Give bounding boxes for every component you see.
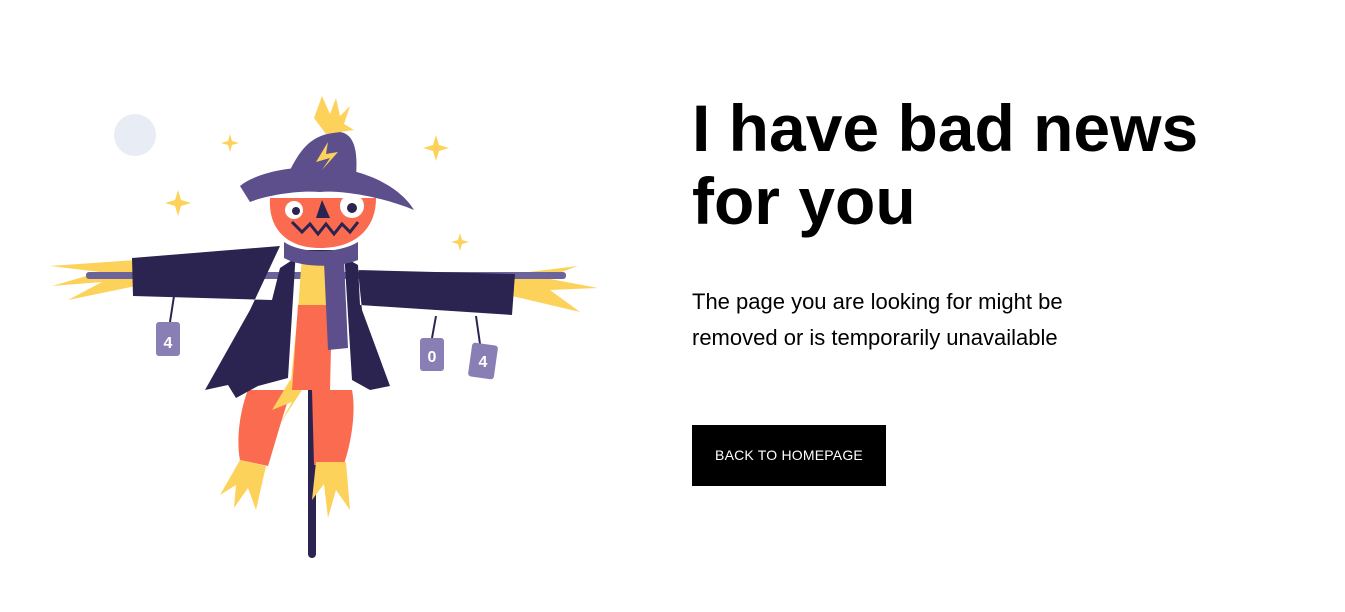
back-to-homepage-button[interactable]: BACK TO HOMEPAGE — [692, 425, 886, 486]
hat-shape — [240, 96, 414, 210]
error-content: I have bad news for you The page you are… — [692, 92, 1252, 486]
scarecrow-svg: 4 0 4 — [50, 96, 598, 558]
eyes-shape — [285, 194, 364, 219]
legs-shape — [220, 380, 354, 518]
scarecrow-illustration: 4 0 4 — [40, 90, 610, 570]
pants-top-shape — [292, 305, 332, 390]
can-label-3: 4 — [479, 354, 488, 371]
page-title: I have bad news for you — [692, 91, 1199, 238]
can-label-1: 4 — [164, 335, 173, 352]
moon-shape — [114, 114, 156, 156]
error-message: The page you are looking for might be re… — [692, 289, 1063, 350]
left-hand-straw — [50, 260, 136, 300]
can-label-2: 0 — [428, 349, 437, 366]
